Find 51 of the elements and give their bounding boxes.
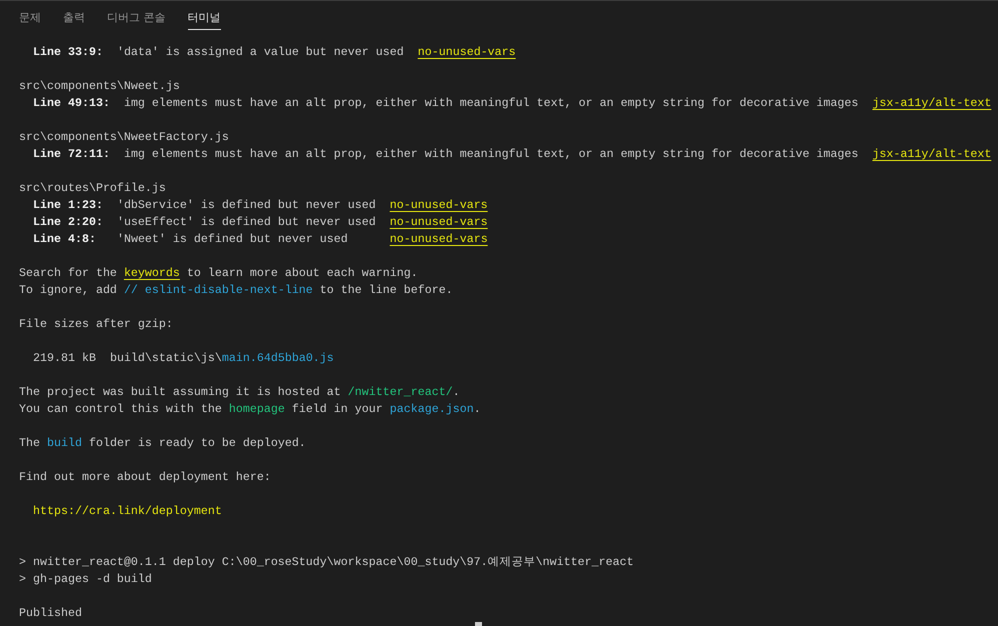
- rule-link[interactable]: no-unused-vars: [390, 231, 488, 248]
- highlighted-text: package.json: [390, 401, 474, 418]
- highlighted-text: build: [46, 435, 82, 452]
- rule-link[interactable]: jsx-a11y/alt-text: [872, 95, 992, 112]
- terminal-text: src\components\NweetFactory.js: [19, 129, 229, 146]
- terminal-text: The: [19, 435, 41, 452]
- line-location: Line 2:20:: [33, 214, 103, 231]
- terminal-text: field in your: [290, 401, 384, 418]
- highlighted-text: homepage: [228, 401, 285, 418]
- line-location: Line 33:9:: [33, 44, 103, 61]
- panel-tab[interactable]: 디버그 콘솔: [107, 6, 166, 30]
- terminal-text: To ignore, add: [19, 282, 118, 299]
- rule-link[interactable]: jsx-a11y/alt-text: [872, 146, 992, 163]
- rule-link[interactable]: no-unused-vars: [390, 197, 488, 214]
- highlighted-text: // eslint-disable-next-line: [124, 282, 313, 299]
- panel-tab[interactable]: 터미널: [188, 6, 220, 30]
- line-location: Line 49:13:: [33, 95, 110, 112]
- terminal-text: 219.81 kB build\static\js\: [33, 350, 222, 367]
- terminal-text: File sizes after gzip:: [19, 316, 173, 333]
- terminal-text: to learn more about each warning.: [186, 265, 418, 282]
- terminal-text: img elements must have an alt prop, either with meaningful text, or an empty string for decorative images: [122, 95, 860, 112]
- terminal-text: Published: [19, 605, 82, 622]
- terminal-text: src\components\Nweet.js: [19, 78, 180, 95]
- panel-tab[interactable]: 문제: [19, 6, 41, 30]
- terminal-text: You can control this with the: [19, 401, 223, 418]
- terminal-text: .: [474, 401, 481, 418]
- panel-tab[interactable]: 출력: [63, 6, 85, 30]
- rule-link[interactable]: no-unused-vars: [390, 214, 488, 231]
- terminal-text: 'useEffect' is defined but never used: [116, 214, 377, 231]
- terminal-text: folder is ready to be deployed.: [88, 435, 306, 452]
- terminal-cursor: [475, 622, 482, 626]
- highlighted-text: main.64d5bba0.js: [222, 350, 334, 367]
- terminal-text: src\routes\Profile.js: [19, 180, 166, 197]
- rule-link[interactable]: keywords: [124, 265, 180, 282]
- terminal-text: img elements must have an alt prop, either with meaningful text, or an empty string for decorative images: [122, 146, 860, 163]
- terminal-text: Find out more about deployment here:: [19, 469, 271, 486]
- terminal-text: > nwitter_react@0.1.1 deploy C:\00_roseStudy\workspace\00_study\97.예제공부\nwitter_react: [19, 554, 634, 571]
- terminal-text: 'data' is assigned a value but never used: [116, 44, 405, 61]
- terminal-text: The project was built assuming it is hosted at: [19, 384, 342, 401]
- terminal-text: 'dbService' is defined but never used: [116, 197, 377, 214]
- terminal-text: 'Nweet' is defined but never used: [116, 231, 349, 248]
- terminal-text: > gh-pages -d build: [19, 571, 152, 588]
- line-location: Line 72:11:: [33, 146, 110, 163]
- rule-link[interactable]: no-unused-vars: [418, 44, 516, 61]
- line-location: Line 1:23:: [33, 197, 103, 214]
- terminal-text: .: [452, 384, 460, 401]
- url-link[interactable]: https://cra.link/deployment: [33, 503, 222, 520]
- terminal-text: to the line before.: [318, 282, 453, 299]
- terminal-text: Search for the: [19, 265, 118, 282]
- highlighted-text: /nwitter_react/: [348, 384, 453, 401]
- line-location: Line 4:8:: [33, 231, 96, 248]
